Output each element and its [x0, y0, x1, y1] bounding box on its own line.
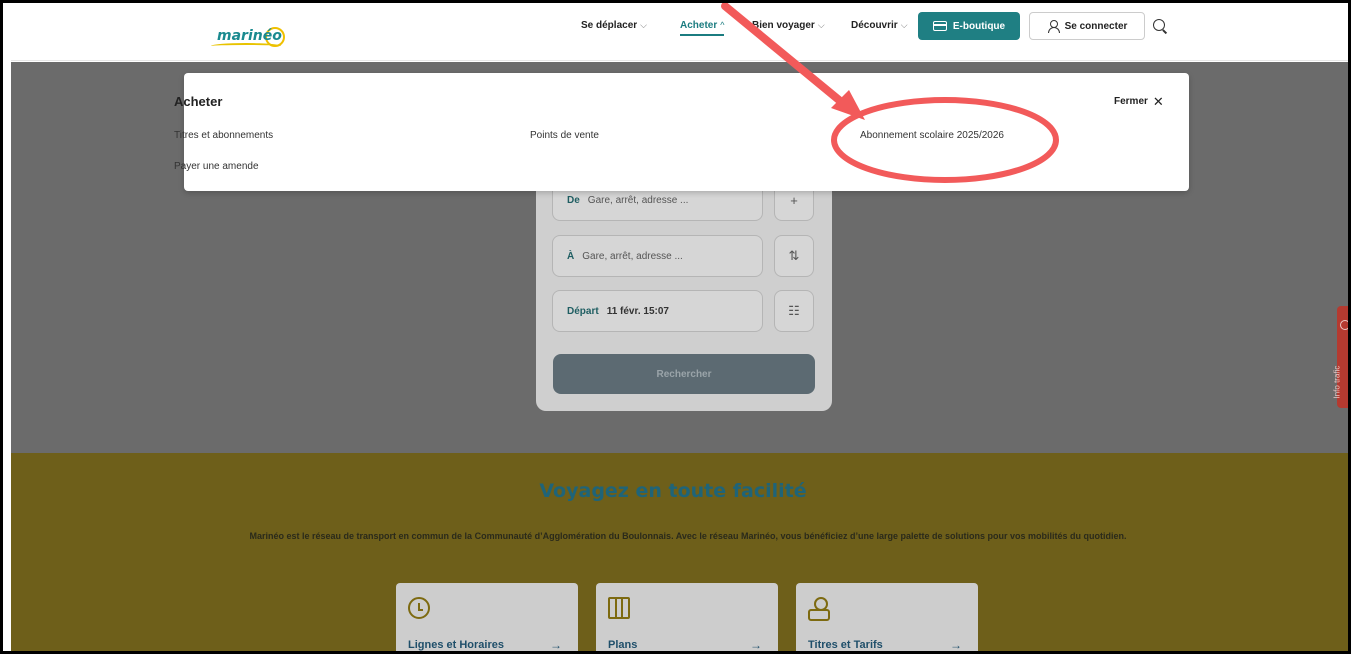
credit-card-icon [932, 21, 947, 31]
eboutique-button[interactable]: E-boutique [918, 12, 1020, 40]
info-circle-icon [1340, 320, 1348, 330]
nav-bien-voyager-label: Bien voyager [752, 20, 815, 31]
info-trafic-tab[interactable]: Info trafic [1333, 306, 1348, 408]
nav-decouvrir[interactable]: Découvrir ⌵ [851, 20, 908, 31]
chevron-down-icon: ⌵ [900, 20, 908, 30]
nav-bien-voyager[interactable]: Bien voyager ⌵ [752, 20, 825, 31]
link-points-vente[interactable]: Points de vente [530, 130, 599, 141]
swap-button[interactable]: ⇅ [774, 235, 814, 277]
clock-icon [408, 597, 430, 619]
chevron-down-icon: ⌵ [640, 20, 647, 30]
tile-label: Plans [608, 639, 638, 651]
promo-title: Voyagez en toute facilité [539, 480, 807, 502]
search-icon[interactable] [1152, 18, 1168, 34]
dropdown-title: Acheter [174, 94, 223, 109]
chevron-down-icon: ⌵ [817, 20, 825, 30]
arrow-right-icon: → [950, 638, 962, 652]
map-icon [608, 597, 630, 619]
chevron-up-icon: ^ [720, 20, 725, 30]
tile-plans[interactable]: Plans → [596, 583, 778, 652]
from-label: De [567, 194, 580, 206]
link-abonnement-scolaire[interactable]: Abonnement scolaire 2025/2026 [860, 130, 1004, 141]
nav-se-deplacer[interactable]: Se déplacer ⌵ [581, 20, 647, 31]
se-connecter-label: Se connecter [1064, 20, 1128, 32]
nav-acheter-label: Acheter [680, 20, 718, 31]
arrow-right-icon: → [750, 638, 762, 652]
to-label: À [567, 250, 575, 262]
tile-label: Titres et Tarifs [808, 639, 883, 651]
depart-value: 11 févr. 15:07 [606, 305, 669, 317]
options-button[interactable]: ☷ [774, 290, 814, 332]
plus-icon: + [790, 192, 798, 208]
rechercher-button[interactable]: Rechercher [553, 354, 815, 394]
swap-icon: ⇅ [788, 248, 800, 263]
nav-acheter[interactable]: Acheter ^ [680, 20, 725, 36]
close-icon: ✕ [1152, 93, 1164, 109]
depart-field[interactable]: Départ 11 févr. 15:07 [552, 290, 763, 332]
rechercher-label: Rechercher [656, 368, 712, 380]
tile-lignes-horaires[interactable]: Lignes et Horaires → [396, 583, 578, 652]
tile-label: Lignes et Horaires [408, 639, 504, 651]
promo-description: Marinéo est le réseau de transport en co… [249, 531, 1127, 541]
depart-label: Départ [567, 305, 599, 317]
link-payer-amende[interactable]: Payer une amende [174, 161, 259, 172]
marineo-logo[interactable]: marinéo [211, 25, 291, 51]
to-placeholder: Gare, arrêt, adresse ... [582, 250, 683, 262]
options-icon: ☷ [788, 303, 800, 318]
arrow-right-icon: → [550, 638, 562, 652]
eboutique-label: E-boutique [952, 20, 1006, 32]
nav-se-deplacer-label: Se déplacer [581, 20, 638, 31]
tile-titres-tarifs[interactable]: Titres et Tarifs → [796, 583, 978, 652]
acheter-dropdown [184, 73, 1189, 191]
from-placeholder: Gare, arrêt, adresse ... [587, 194, 689, 206]
se-connecter-button[interactable]: Se connecter [1029, 12, 1145, 40]
fermer-label: Fermer [1114, 96, 1148, 107]
user-icon [1047, 20, 1060, 33]
screenshot-frame: marinéo Se déplacer ⌵ Acheter ^ Bien voyag… [0, 0, 1351, 654]
logo-text: marinéo [217, 28, 282, 44]
nav-decouvrir-label: Découvrir [851, 20, 898, 31]
tickets-icon [808, 597, 830, 621]
to-field[interactable]: À Gare, arrêt, adresse ... [552, 235, 763, 277]
info-trafic-label: Info trafic [1332, 365, 1342, 399]
fermer-button[interactable]: Fermer ✕ [1114, 93, 1164, 109]
link-titres-abonnements[interactable]: Titres et abonnements [174, 130, 273, 141]
